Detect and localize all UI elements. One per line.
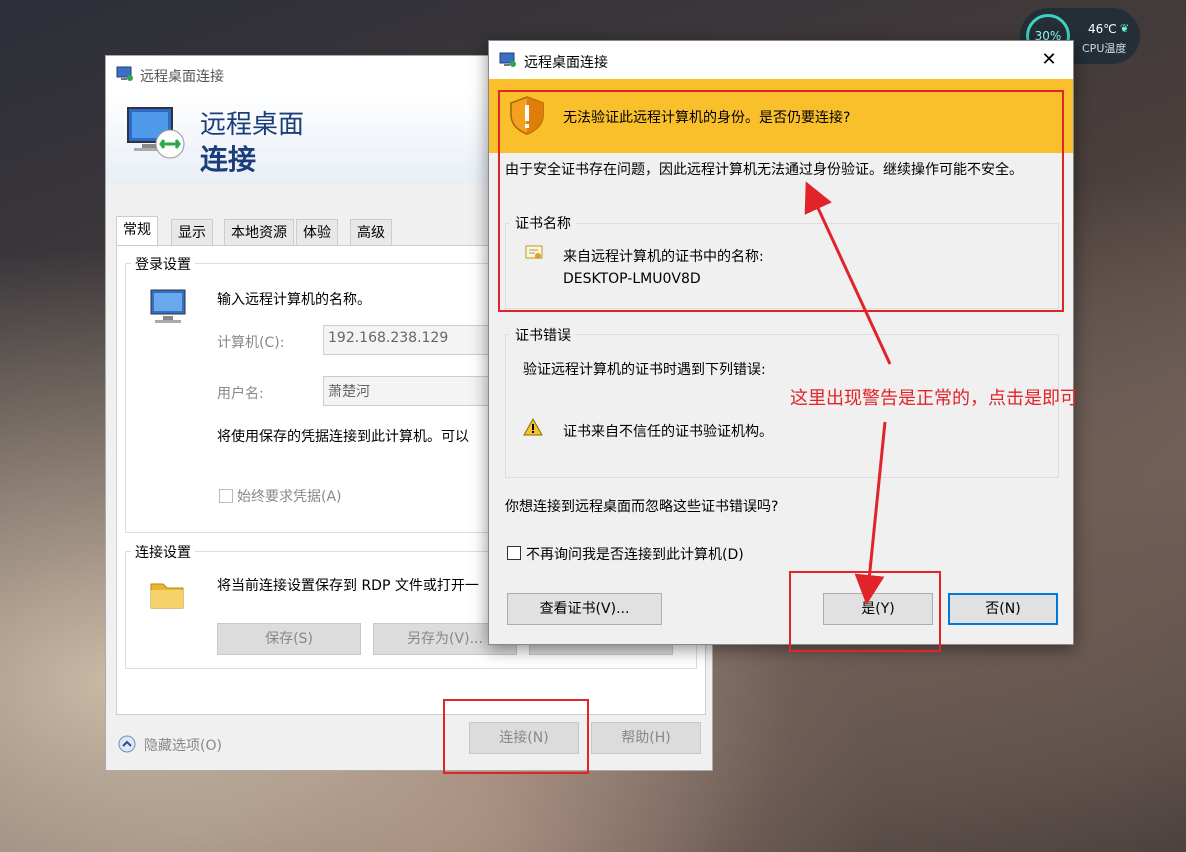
close-icon[interactable]: ✕ — [1037, 49, 1061, 71]
banner-title-line1: 远程桌面 — [200, 110, 305, 140]
remote-desktop-icon — [116, 66, 133, 81]
hide-options-link[interactable]: 隐藏选项(O) — [144, 735, 222, 755]
banner-title-line2: 连接 — [200, 143, 257, 176]
computer-icon — [150, 289, 186, 323]
warning-highlight-box — [498, 90, 1064, 312]
dont-ask-checkbox[interactable] — [507, 546, 521, 560]
username-input[interactable]: 萧楚河 — [323, 376, 493, 406]
always-ask-label: 始终要求凭据(A) — [237, 489, 342, 505]
cert-error-line2: 证书来自不信任的证书验证机构。 — [563, 424, 773, 440]
view-certificate-button[interactable]: 查看证书(V)... — [507, 593, 662, 625]
cpu-temp-label: CPU温度 — [1082, 42, 1127, 55]
save-button[interactable]: 保存(S) — [217, 623, 361, 655]
connection-settings-text: 将当前连接设置保存到 RDP 文件或打开一 — [217, 578, 479, 594]
tab-display[interactable]: 显示 — [171, 219, 213, 245]
computer-name-prompt: 输入远程计算机的名称。 — [217, 292, 371, 308]
connect-button-highlight-box — [443, 699, 589, 774]
connection-settings-label: 连接设置 — [131, 542, 195, 562]
leaf-icon: ❦ — [1120, 22, 1130, 35]
tab-advanced[interactable]: 高级 — [350, 219, 392, 245]
always-ask-checkbox[interactable] — [219, 489, 233, 503]
dont-ask-label: 不再询问我是否连接到此计算机(D) — [526, 547, 744, 563]
cert-error-line1: 验证远程计算机的证书时遇到下列错误: — [523, 362, 766, 378]
remote-desktop-icon — [499, 52, 516, 67]
username-label: 用户名: — [217, 386, 264, 402]
annotation-text: 这里出现警告是正常的，点击是即可 — [790, 388, 1078, 409]
remote-desktop-monitor-icon — [127, 107, 185, 159]
dialog-titlebar[interactable]: 远程桌面连接 ✕ — [489, 41, 1073, 79]
dialog-title: 远程桌面连接 — [524, 55, 608, 71]
folder-icon — [150, 583, 184, 609]
chevron-up-icon[interactable] — [118, 735, 136, 753]
help-button[interactable]: 帮助(H) — [591, 722, 701, 754]
ignore-errors-question: 你想连接到远程桌面而忽略这些证书错误吗? — [505, 499, 779, 515]
yes-button-highlight-box — [789, 571, 941, 652]
cert-error-label: 证书错误 — [509, 325, 577, 345]
tab-local-resources[interactable]: 本地资源 — [224, 219, 294, 245]
cpu-temp-value: 46℃ — [1088, 22, 1117, 36]
no-button[interactable]: 否(N) — [948, 593, 1058, 625]
computer-input[interactable]: 192.168.238.129 — [323, 325, 493, 355]
warning-triangle-icon — [523, 418, 543, 436]
rdp-main-title: 远程桌面连接 — [140, 69, 224, 85]
login-settings-label: 登录设置 — [131, 254, 195, 274]
computer-label: 计算机(C): — [217, 335, 285, 351]
saved-credentials-text: 将使用保存的凭据连接到此计算机。可以 — [217, 429, 469, 445]
tab-experience[interactable]: 体验 — [296, 219, 338, 245]
tab-general[interactable]: 常规 — [116, 216, 158, 245]
